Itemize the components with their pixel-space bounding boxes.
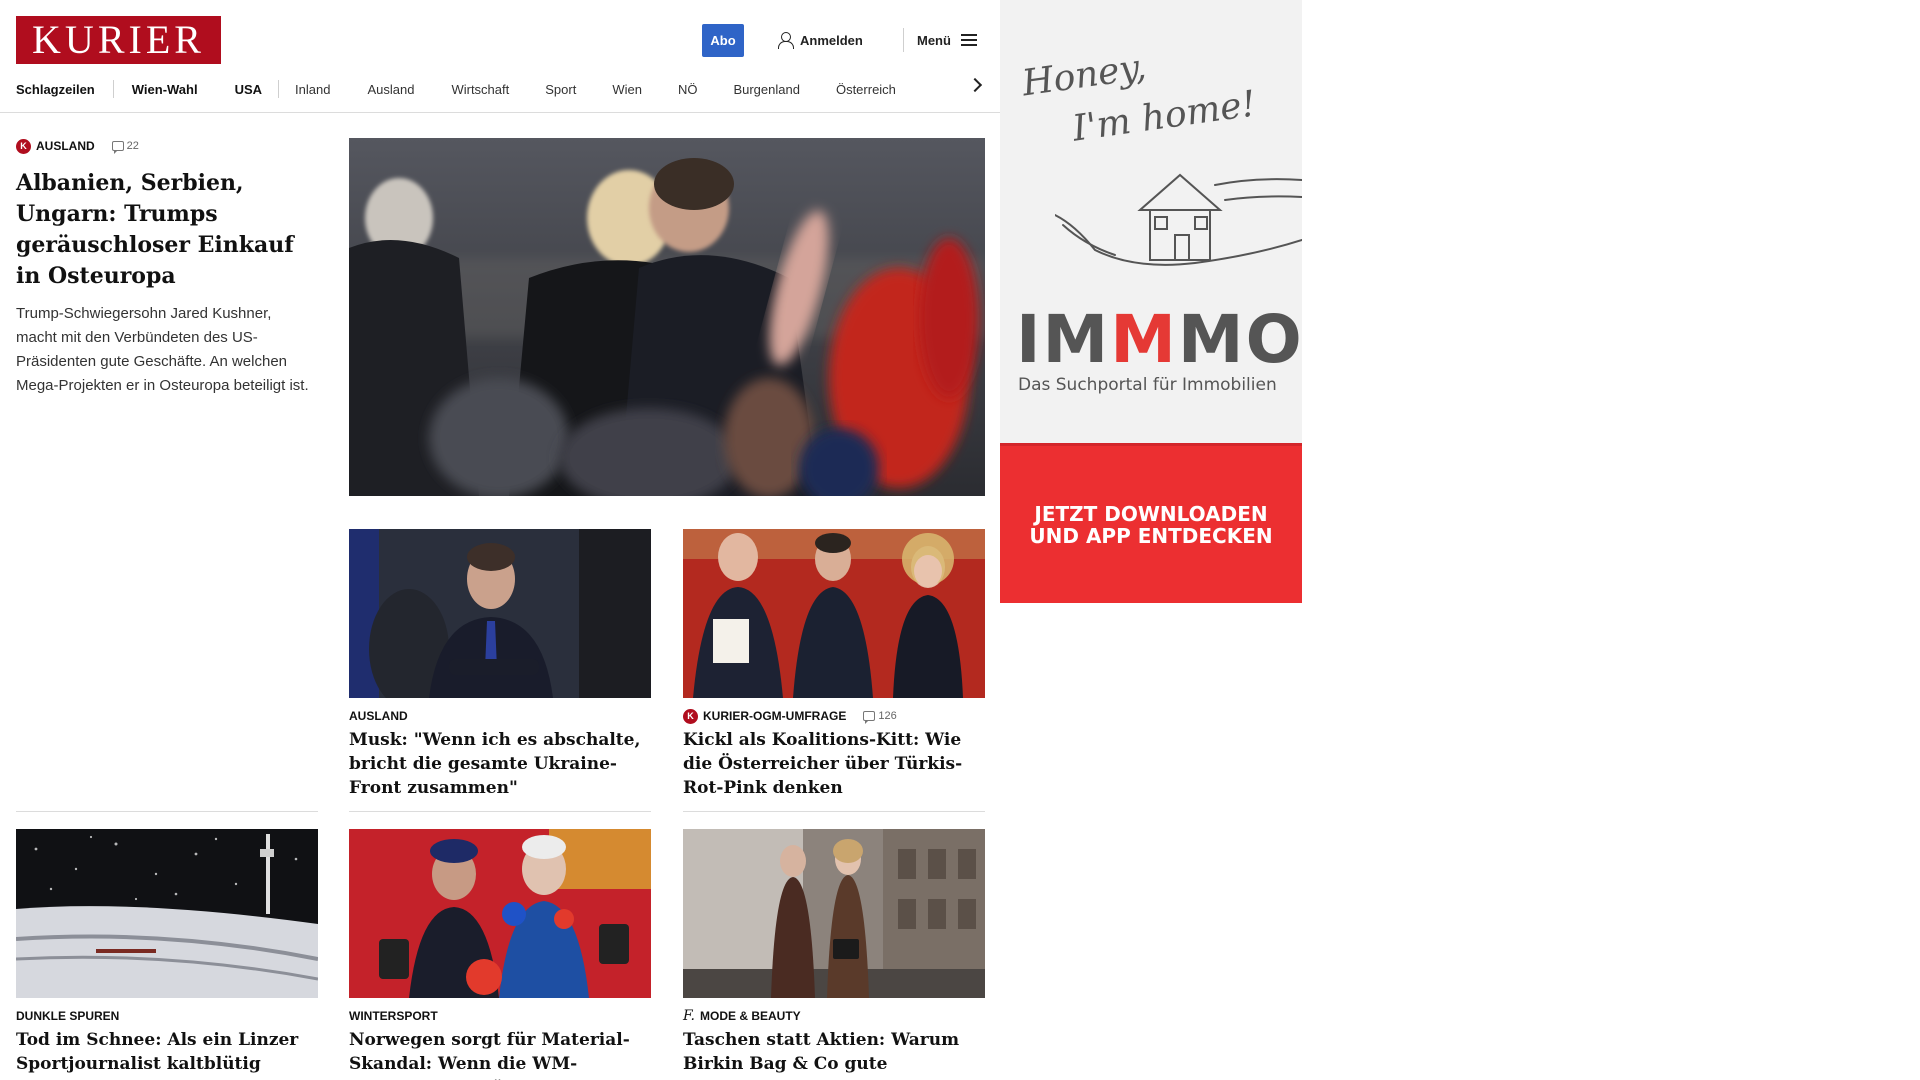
- card-photo[interactable]: [349, 829, 651, 998]
- card-title[interactable]: Musk: "Wenn ich es abschalte, bricht die…: [349, 728, 651, 800]
- kurier-badge-icon: K: [16, 138, 31, 154]
- lead-photo-graphic: [349, 138, 985, 496]
- kurier-logo[interactable]: KURIER: [16, 16, 221, 64]
- card-category[interactable]: K Kurier-OGM-Umfrage 126: [683, 708, 985, 724]
- login-label: Anmelden: [800, 32, 863, 48]
- house-in-hand-icon: [1055, 173, 1302, 266]
- immmo-ad[interactable]: Honey, I'm home! IMMMO Das Suchportal fü…: [1000, 0, 1302, 603]
- page: KURIER Abo Anmelden Menü Schlagzeilen Wi…: [0, 0, 1920, 1080]
- card-title[interactable]: Taschen statt Aktien: Warum Birkin Bag &…: [683, 1028, 985, 1080]
- card-photo[interactable]: [16, 829, 318, 998]
- ad-cta-line-1: Jetzt downloaden: [1034, 501, 1268, 526]
- row-divider: [16, 811, 318, 812]
- card-category-label: Dunkle Spuren: [16, 1009, 120, 1023]
- card-dunkle-spuren[interactable]: Dunkle Spuren Tod im Schnee: Als ein Lin…: [16, 829, 318, 1080]
- card-category-label: Wintersport: [349, 1009, 438, 1023]
- lead-category[interactable]: K Ausland 22: [16, 138, 316, 154]
- nav-item-burgenland[interactable]: Burgenland: [733, 80, 800, 98]
- card-comments[interactable]: 126: [863, 710, 897, 724]
- card-comment-count: 126: [878, 710, 897, 722]
- ad-visual[interactable]: Honey, I'm home! IMMMO Das Suchportal fü…: [1000, 0, 1302, 443]
- ad-tagline-1: Honey,: [1019, 46, 1149, 105]
- card-photo-graphic: [16, 829, 318, 998]
- lead-teaser: Trump-Schwiegersohn Jared Kushner, macht…: [16, 305, 309, 394]
- card-photo[interactable]: [349, 529, 651, 698]
- card-title[interactable]: Tod im Schnee: Als ein Linzer Sportjourn…: [16, 1028, 318, 1080]
- ad-subtitle: Das Suchportal für Immobilien: [1018, 375, 1277, 395]
- card-umfrage[interactable]: K Kurier-OGM-Umfrage 126 Kickl als Koali…: [683, 529, 985, 800]
- menu-label: Menü: [917, 32, 951, 48]
- abo-button[interactable]: Abo: [702, 24, 744, 57]
- nav-item-oesterreich[interactable]: Österreich: [836, 80, 896, 98]
- comment-icon: [111, 141, 124, 154]
- card-wintersport[interactable]: Wintersport Norwegen sorgt für Material-…: [349, 829, 651, 1080]
- card-category[interactable]: Dunkle Spuren: [16, 1008, 318, 1024]
- nav-divider: [112, 80, 114, 98]
- section-nav: Schlagzeilen Wien-Wahl USA Inland Auslan…: [0, 76, 1000, 102]
- lead-comment-count: 22: [126, 140, 139, 152]
- ad-cta-text: Jetzt downloaden und App entdecken: [1029, 503, 1272, 547]
- nav-next-arrow-icon[interactable]: [967, 77, 983, 93]
- site-header: KURIER Abo Anmelden Menü Schlagzeilen Wi…: [0, 0, 1000, 113]
- row-divider: [349, 811, 651, 812]
- card-category[interactable]: f. Mode & Beauty: [683, 1008, 985, 1024]
- card-musk[interactable]: Ausland Musk: "Wenn ich es abschalte, br…: [349, 529, 651, 800]
- login-button[interactable]: Anmelden: [778, 30, 863, 50]
- kurier-badge-icon: K: [683, 708, 698, 724]
- nav-item-noe[interactable]: NÖ: [678, 80, 698, 98]
- lead-photo[interactable]: [349, 138, 985, 496]
- nav-item-wien-wahl[interactable]: Wien-Wahl: [132, 80, 198, 98]
- nav-item-wien[interactable]: Wien: [612, 80, 642, 98]
- ad-cta-button[interactable]: Jetzt downloaden und App entdecken: [1000, 443, 1302, 603]
- card-photo-graphic: [349, 529, 651, 698]
- header-divider: [903, 28, 904, 52]
- lead-title[interactable]: Albanien, Serbien, Ungarn: Trumps geräus…: [16, 168, 316, 292]
- lead-comments[interactable]: 22: [111, 140, 139, 154]
- nav-item-ausland[interactable]: Ausland: [367, 80, 414, 98]
- ad-brand-part-red: M: [1110, 301, 1178, 378]
- lead-category-label: Ausland: [36, 139, 95, 153]
- card-title[interactable]: Kickl als Koalitions-Kitt: Wie die Öster…: [683, 728, 985, 800]
- card-photo-graphic: [683, 529, 985, 698]
- menu-button[interactable]: Menü: [917, 30, 977, 50]
- ad-brand-part: MO: [1177, 301, 1304, 378]
- comment-icon: [863, 711, 876, 724]
- card-photo-graphic: [683, 829, 985, 998]
- nav-item-usa[interactable]: USA: [235, 80, 262, 98]
- card-category-label: Kurier-OGM-Umfrage: [703, 709, 847, 723]
- ad-brand-part: IM: [1016, 301, 1111, 378]
- freizeit-f-icon: f.: [683, 1008, 695, 1024]
- card-title[interactable]: Norwegen sorgt für Material-Skandal: Wen…: [349, 1028, 651, 1080]
- card-category[interactable]: Ausland: [349, 708, 651, 724]
- card-photo[interactable]: [683, 829, 985, 998]
- user-icon: [778, 32, 794, 49]
- nav-item-inland[interactable]: Inland: [295, 80, 330, 98]
- hamburger-icon: [960, 34, 977, 46]
- row-divider: [683, 811, 985, 812]
- card-category[interactable]: Wintersport: [349, 1008, 651, 1024]
- lead-article[interactable]: K Ausland 22 Albanien, Serbien, Ungarn: …: [16, 138, 316, 398]
- ad-cta-line-2: und App entdecken: [1029, 523, 1273, 548]
- nav-item-sport[interactable]: Sport: [545, 80, 576, 98]
- nav-item-schlagzeilen[interactable]: Schlagzeilen: [16, 80, 95, 98]
- card-category-label: Mode & Beauty: [699, 1009, 801, 1023]
- nav-item-wirtschaft[interactable]: Wirtschaft: [451, 80, 509, 98]
- card-category-label: Ausland: [349, 709, 408, 723]
- card-photo[interactable]: [683, 529, 985, 698]
- nav-divider: [278, 80, 280, 98]
- card-photo-graphic: [349, 829, 651, 998]
- ad-brand: IMMMO: [1016, 305, 1304, 375]
- card-mode-beauty[interactable]: f. Mode & Beauty Taschen statt Aktien: W…: [683, 829, 985, 1080]
